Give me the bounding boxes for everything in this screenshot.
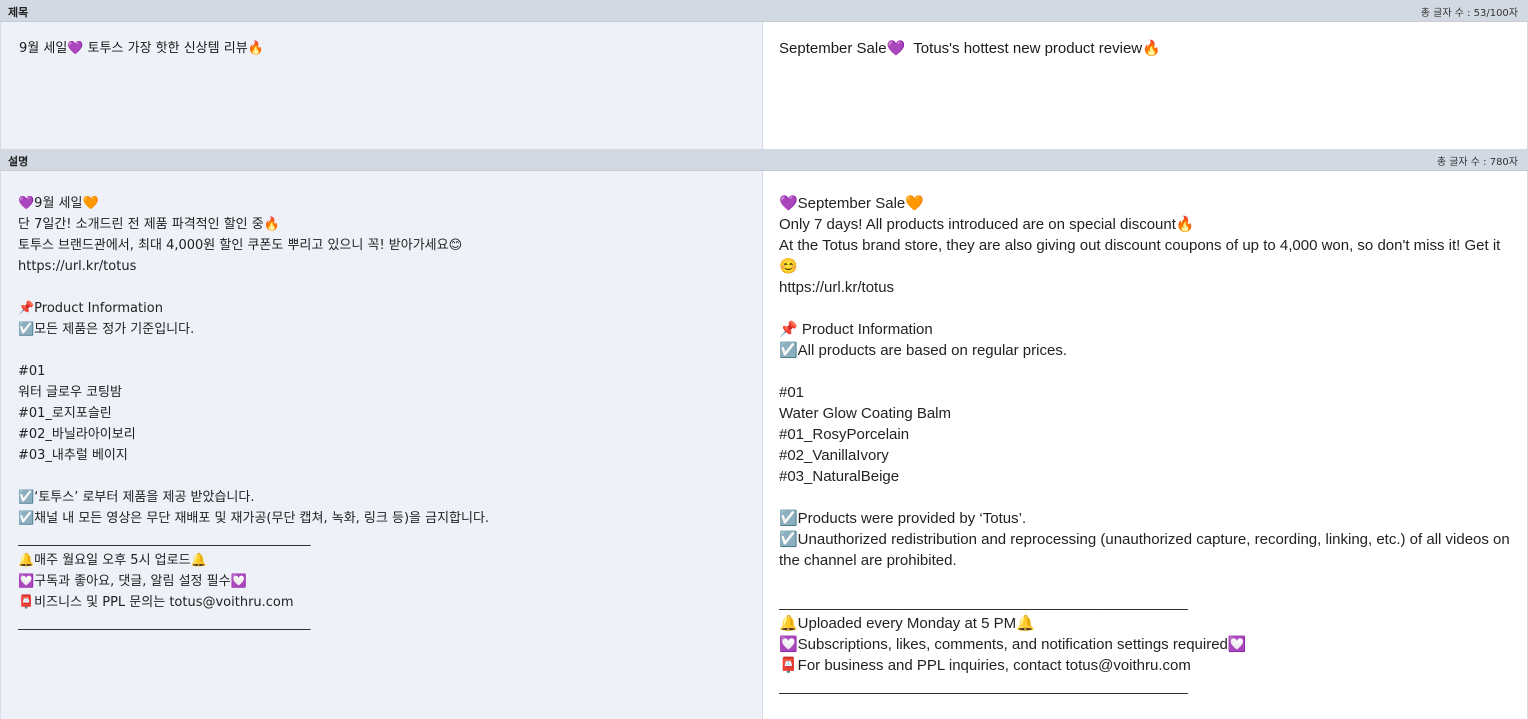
description-right-panel[interactable]: 💜September Sale🧡 Only 7 days! All produc… — [763, 171, 1528, 719]
description-right-text[interactable]: 💜September Sale🧡 Only 7 days! All produc… — [779, 193, 1519, 697]
description-left-panel[interactable]: 💜9월 세일🧡 단 7일간! 소개드린 전 제품 파격적인 할인 중🔥 토투스 … — [0, 171, 763, 719]
title-char-count: 총 글자 수 : 53/100자 — [1420, 8, 1518, 19]
title-left-text[interactable]: 9월 세일💜 토투스 가장 핫한 신상템 리뷰🔥 — [19, 38, 749, 60]
title-left-panel[interactable]: 9월 세일💜 토투스 가장 핫한 신상템 리뷰🔥 — [0, 22, 763, 149]
title-section-header: 제목 총 글자 수 : 53/100자 — [0, 0, 1528, 22]
title-right-panel[interactable]: September Sale💜 Totus's hottest new prod… — [763, 22, 1528, 149]
description-section-header: 설명 총 글자 수 : 780자 — [0, 149, 1528, 171]
title-right-text[interactable]: September Sale💜 Totus's hottest new prod… — [779, 38, 1519, 60]
description-left-text[interactable]: 💜9월 세일🧡 단 7일간! 소개드린 전 제품 파격적인 할인 중🔥 토투스 … — [18, 193, 748, 634]
title-section-label: 제목 — [8, 6, 29, 19]
description-char-count: 총 글자 수 : 780자 — [1436, 157, 1518, 168]
description-section-label: 설명 — [8, 155, 29, 168]
